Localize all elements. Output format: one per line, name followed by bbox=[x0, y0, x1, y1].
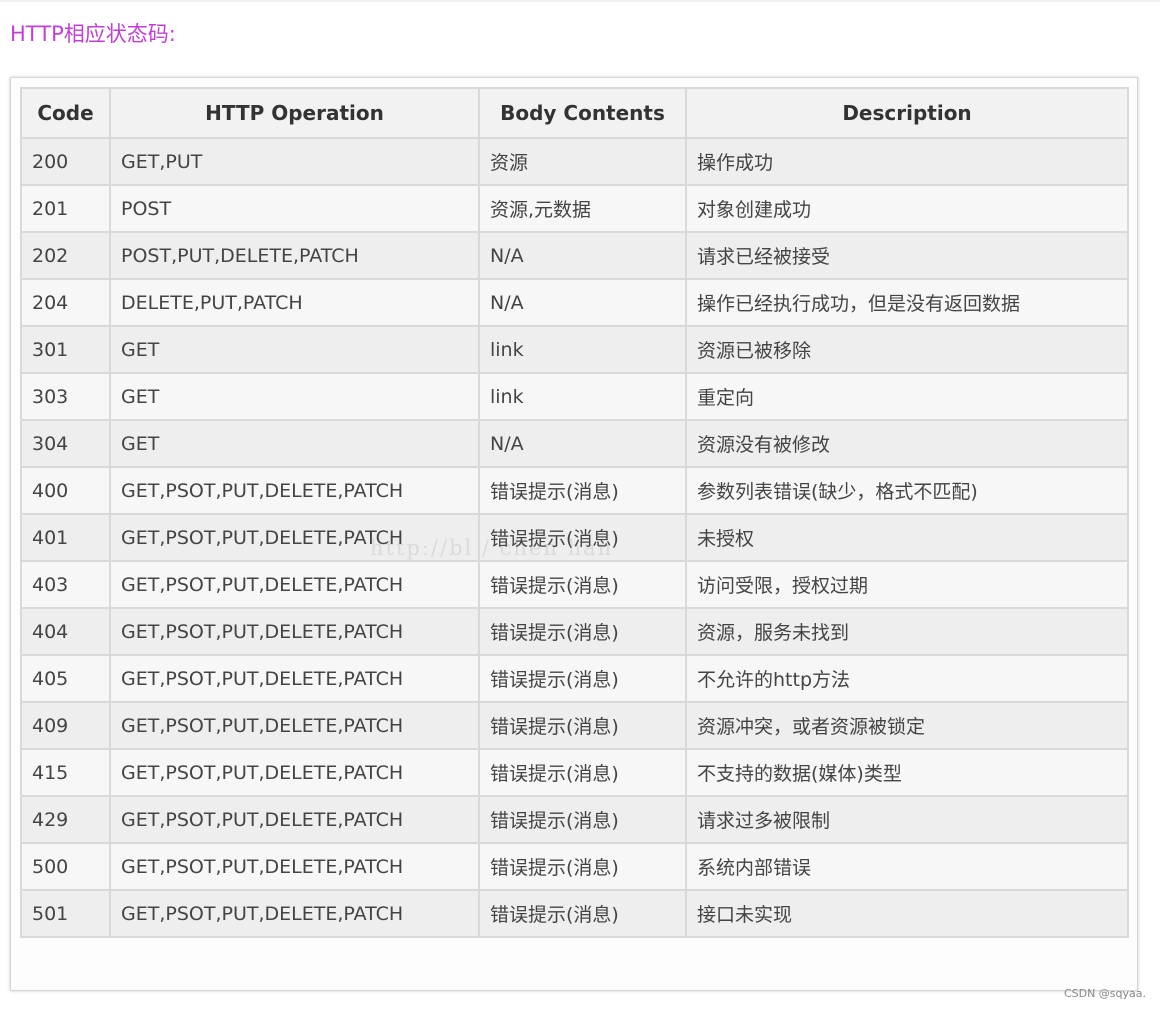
http-operation-cell: GET,PSOT,PUT,DELETE,PATCH bbox=[109, 654, 480, 703]
http-operation-cell: GET,PSOT,PUT,DELETE,PATCH bbox=[109, 701, 480, 750]
http-operation-cell: GET,PSOT,PUT,DELETE,PATCH bbox=[109, 748, 480, 797]
description-cell: 未授权 bbox=[685, 513, 1129, 562]
table-row: 501 GET,PSOT,PUT,DELETE,PATCH 错误提示(消息) 接口未实… bbox=[20, 889, 1129, 938]
body-contents-cell: 资源 bbox=[478, 137, 687, 186]
table-row: 429 GET,PSOT,PUT,DELETE,PATCH 错误提示(消息) 请求过多… bbox=[20, 795, 1129, 844]
description-cell: 接口未实现 bbox=[685, 889, 1129, 938]
column-header-description: Description bbox=[685, 87, 1129, 139]
page-title: HTTP相应状态码: bbox=[10, 22, 176, 46]
body-contents-cell: N/A bbox=[478, 278, 687, 327]
code-cell: 501 bbox=[20, 889, 111, 938]
top-divider bbox=[0, 0, 1160, 2]
body-contents-cell: N/A bbox=[478, 419, 687, 468]
description-cell: 参数列表错误(缺少，格式不匹配) bbox=[685, 466, 1129, 515]
body-contents-cell: 错误提示(消息) bbox=[478, 607, 687, 656]
code-cell: 202 bbox=[20, 231, 111, 280]
column-header-code: Code bbox=[20, 87, 111, 139]
code-cell: 301 bbox=[20, 325, 111, 374]
description-cell: 请求过多被限制 bbox=[685, 795, 1129, 844]
table-header-row: Code HTTP Operation Body Contents Descri… bbox=[20, 87, 1129, 139]
description-cell: 不支持的数据(媒体)类型 bbox=[685, 748, 1129, 797]
description-cell: 资源，服务未找到 bbox=[685, 607, 1129, 656]
http-operation-cell: GET,PSOT,PUT,DELETE,PATCH bbox=[109, 842, 480, 891]
code-cell: 201 bbox=[20, 184, 111, 233]
credit-label: CSDN @sqyaa. bbox=[1063, 987, 1146, 1000]
code-cell: 400 bbox=[20, 466, 111, 515]
code-cell: 303 bbox=[20, 372, 111, 421]
http-operation-cell: GET bbox=[109, 372, 480, 421]
description-cell: 系统内部错误 bbox=[685, 842, 1129, 891]
table-row: 409 GET,PSOT,PUT,DELETE,PATCH 错误提示(消息) 资源冲突… bbox=[20, 701, 1129, 750]
table-row: 400 GET,PSOT,PUT,DELETE,PATCH 错误提示(消息) 参数列表… bbox=[20, 466, 1129, 515]
table-row: 200 GET,PUT 资源 操作成功 bbox=[20, 137, 1129, 186]
table-row: 204 DELETE,PUT,PATCH N/A 操作已经执行成功，但是没有返回数据 bbox=[20, 278, 1129, 327]
http-operation-cell: GET,PSOT,PUT,DELETE,PATCH bbox=[109, 466, 480, 515]
watermark: http://bl / chen han bbox=[370, 536, 614, 560]
body-contents-cell: N/A bbox=[478, 231, 687, 280]
http-operation-cell: POST,PUT,DELETE,PATCH bbox=[109, 231, 480, 280]
body-contents-cell: 错误提示(消息) bbox=[478, 795, 687, 844]
code-cell: 405 bbox=[20, 654, 111, 703]
code-cell: 403 bbox=[20, 560, 111, 609]
description-cell: 重定向 bbox=[685, 372, 1129, 421]
http-operation-cell: GET,PSOT,PUT,DELETE,PATCH bbox=[109, 889, 480, 938]
body-contents-cell: 错误提示(消息) bbox=[478, 842, 687, 891]
body-contents-cell: 错误提示(消息) bbox=[478, 466, 687, 515]
code-cell: 404 bbox=[20, 607, 111, 656]
table-row: 202 POST,PUT,DELETE,PATCH N/A 请求已经被接受 bbox=[20, 231, 1129, 280]
description-cell: 访问受限，授权过期 bbox=[685, 560, 1129, 609]
description-cell: 操作已经执行成功，但是没有返回数据 bbox=[685, 278, 1129, 327]
code-cell: 401 bbox=[20, 513, 111, 562]
table-row: 301 GET link 资源已被移除 bbox=[20, 325, 1129, 374]
description-cell: 资源冲突，或者资源被锁定 bbox=[685, 701, 1129, 750]
description-cell: 资源没有被修改 bbox=[685, 419, 1129, 468]
table-row: 405 GET,PSOT,PUT,DELETE,PATCH 错误提示(消息) 不允许的… bbox=[20, 654, 1129, 703]
http-operation-cell: DELETE,PUT,PATCH bbox=[109, 278, 480, 327]
body-contents-cell: 资源,元数据 bbox=[478, 184, 687, 233]
status-code-table: Code HTTP Operation Body Contents Descri… bbox=[20, 87, 1129, 938]
column-header-http-operation: HTTP Operation bbox=[109, 87, 480, 139]
description-cell: 对象创建成功 bbox=[685, 184, 1129, 233]
code-cell: 429 bbox=[20, 795, 111, 844]
http-operation-cell: GET bbox=[109, 419, 480, 468]
table-row: 415 GET,PSOT,PUT,DELETE,PATCH 错误提示(消息) 不支持的… bbox=[20, 748, 1129, 797]
table-row: 404 GET,PSOT,PUT,DELETE,PATCH 错误提示(消息) 资源，服… bbox=[20, 607, 1129, 656]
body-contents-cell: 错误提示(消息) bbox=[478, 654, 687, 703]
code-cell: 304 bbox=[20, 419, 111, 468]
description-cell: 资源已被移除 bbox=[685, 325, 1129, 374]
code-cell: 500 bbox=[20, 842, 111, 891]
http-operation-cell: GET,PUT bbox=[109, 137, 480, 186]
http-operation-cell: GET bbox=[109, 325, 480, 374]
table-row: 304 GET N/A 资源没有被修改 bbox=[20, 419, 1129, 468]
code-cell: 200 bbox=[20, 137, 111, 186]
column-header-body-contents: Body Contents bbox=[478, 87, 687, 139]
table-row: 403 GET,PSOT,PUT,DELETE,PATCH 错误提示(消息) 访问受限… bbox=[20, 560, 1129, 609]
body-contents-cell: 错误提示(消息) bbox=[478, 748, 687, 797]
table-row: 500 GET,PSOT,PUT,DELETE,PATCH 错误提示(消息) 系统内部… bbox=[20, 842, 1129, 891]
http-operation-cell: GET,PSOT,PUT,DELETE,PATCH bbox=[109, 607, 480, 656]
description-cell: 操作成功 bbox=[685, 137, 1129, 186]
http-operation-cell: GET,PSOT,PUT,DELETE,PATCH bbox=[109, 560, 480, 609]
code-cell: 415 bbox=[20, 748, 111, 797]
http-operation-cell: POST bbox=[109, 184, 480, 233]
http-operation-cell: GET,PSOT,PUT,DELETE,PATCH bbox=[109, 795, 480, 844]
body-contents-cell: 错误提示(消息) bbox=[478, 560, 687, 609]
description-cell: 不允许的http方法 bbox=[685, 654, 1129, 703]
body-contents-cell: link bbox=[478, 325, 687, 374]
description-cell: 请求已经被接受 bbox=[685, 231, 1129, 280]
table-row: 201 POST 资源,元数据 对象创建成功 bbox=[20, 184, 1129, 233]
table-row: 303 GET link 重定向 bbox=[20, 372, 1129, 421]
code-cell: 204 bbox=[20, 278, 111, 327]
code-cell: 409 bbox=[20, 701, 111, 750]
body-contents-cell: link bbox=[478, 372, 687, 421]
body-contents-cell: 错误提示(消息) bbox=[478, 889, 687, 938]
body-contents-cell: 错误提示(消息) bbox=[478, 701, 687, 750]
